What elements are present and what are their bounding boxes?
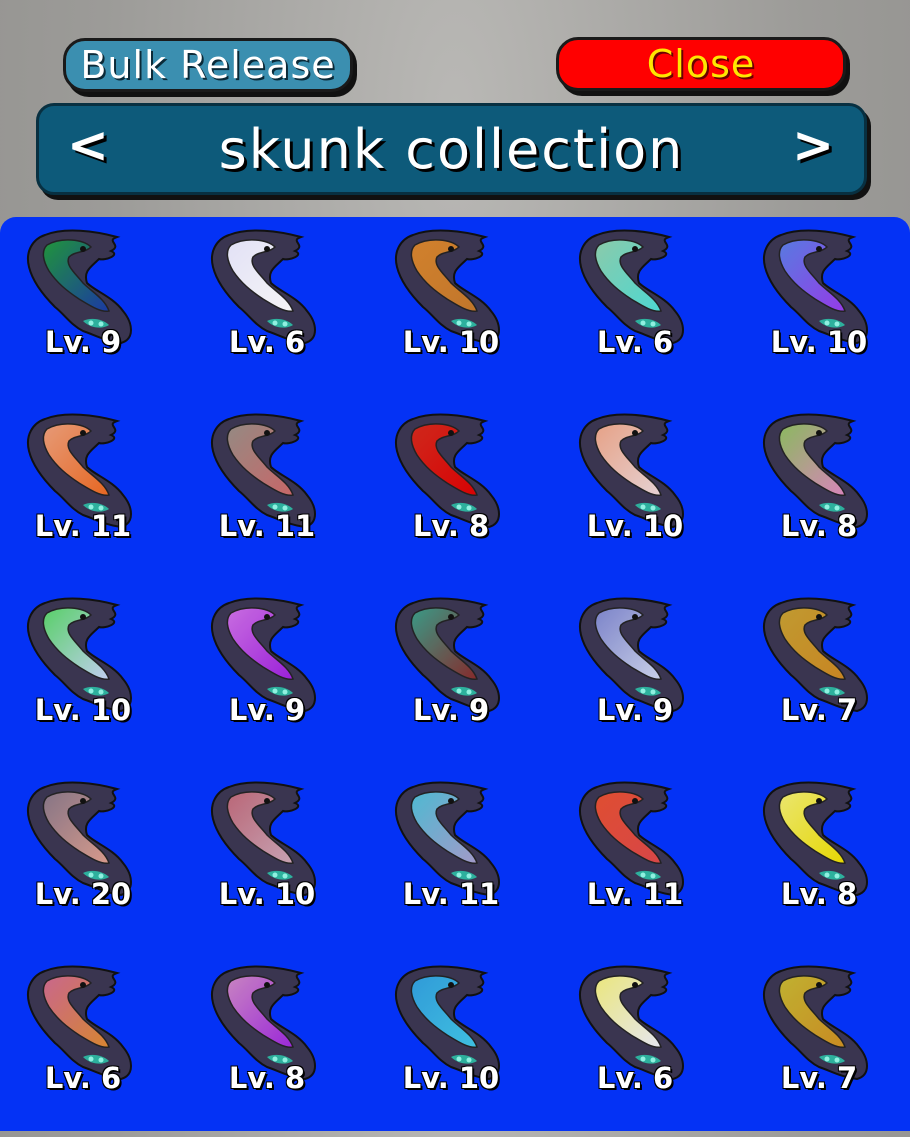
pet-level-label: Lv. 10 xyxy=(218,877,316,911)
pet-level-label: Lv. 9 xyxy=(44,325,122,359)
pet-level-label: Lv. 10 xyxy=(34,693,132,727)
pet-level-label: Lv. 8 xyxy=(780,509,858,543)
pet-level-label: Lv. 10 xyxy=(402,1061,500,1095)
pet-slot[interactable]: Lv. 10 xyxy=(736,217,910,401)
pet-level-label: Lv. 6 xyxy=(228,325,306,359)
pet-slot[interactable]: Lv. 9 xyxy=(184,585,368,769)
pet-level-label: Lv. 20 xyxy=(34,877,132,911)
pet-slot[interactable]: Lv. 10 xyxy=(552,401,736,585)
pet-level-label: Lv. 8 xyxy=(412,509,490,543)
pet-slot[interactable]: Lv. 11 xyxy=(184,401,368,585)
pet-slot[interactable]: Lv. 11 xyxy=(0,401,184,585)
pet-slot[interactable]: Lv. 10 xyxy=(368,953,552,1137)
pet-slot[interactable]: Lv. 20 xyxy=(0,769,184,953)
collection-header: < skunk collection > xyxy=(36,103,867,195)
pet-slot[interactable]: Lv. 6 xyxy=(184,217,368,401)
pet-slot[interactable]: Lv. 9 xyxy=(552,585,736,769)
pet-slot[interactable]: Lv. 7 xyxy=(736,585,910,769)
pet-slot[interactable]: Lv. 11 xyxy=(552,769,736,953)
pet-level-label: Lv. 9 xyxy=(596,693,674,727)
bulk-release-button[interactable]: Bulk Release xyxy=(63,38,353,92)
pet-slot[interactable]: Lv. 10 xyxy=(0,585,184,769)
pet-slot[interactable]: Lv. 9 xyxy=(0,217,184,401)
pet-level-label: Lv. 8 xyxy=(780,877,858,911)
close-button[interactable]: Close xyxy=(556,37,846,91)
pet-slot[interactable]: Lv. 8 xyxy=(736,401,910,585)
pet-level-label: Lv. 10 xyxy=(402,325,500,359)
page-title: skunk collection xyxy=(218,118,685,181)
pet-slot[interactable]: Lv. 11 xyxy=(368,769,552,953)
pet-level-label: Lv. 7 xyxy=(780,693,858,727)
pet-grid: Lv. 9 Lv. 6 Lv. 10 Lv. 6 Lv. 10 Lv. 11 L… xyxy=(0,217,910,1137)
pet-slot[interactable]: Lv. 10 xyxy=(368,217,552,401)
pet-slot[interactable]: Lv. 9 xyxy=(368,585,552,769)
pet-level-label: Lv. 6 xyxy=(596,325,674,359)
pet-slot[interactable]: Lv. 8 xyxy=(184,953,368,1137)
pet-level-label: Lv. 11 xyxy=(218,509,316,543)
pet-level-label: Lv. 6 xyxy=(596,1061,674,1095)
pet-level-label: Lv. 10 xyxy=(586,509,684,543)
pet-level-label: Lv. 7 xyxy=(780,1061,858,1095)
pet-slot[interactable]: Lv. 8 xyxy=(368,401,552,585)
pet-slot[interactable]: Lv. 8 xyxy=(736,769,910,953)
collection-panel: Lv. 9 Lv. 6 Lv. 10 Lv. 6 Lv. 10 Lv. 11 L… xyxy=(0,217,910,1131)
pet-slot[interactable]: Lv. 10 xyxy=(184,769,368,953)
pet-level-label: Lv. 8 xyxy=(228,1061,306,1095)
next-arrow-icon[interactable]: > xyxy=(792,116,834,174)
pet-slot[interactable]: Lv. 6 xyxy=(0,953,184,1137)
pet-slot[interactable]: Lv. 6 xyxy=(552,953,736,1137)
pet-slot[interactable]: Lv. 7 xyxy=(736,953,910,1137)
pet-level-label: Lv. 6 xyxy=(44,1061,122,1095)
pet-level-label: Lv. 11 xyxy=(586,877,684,911)
pet-level-label: Lv. 11 xyxy=(402,877,500,911)
pet-level-label: Lv. 10 xyxy=(770,325,868,359)
pet-level-label: Lv. 9 xyxy=(412,693,490,727)
pet-slot[interactable]: Lv. 6 xyxy=(552,217,736,401)
pet-level-label: Lv. 11 xyxy=(34,509,132,543)
pet-level-label: Lv. 9 xyxy=(228,693,306,727)
